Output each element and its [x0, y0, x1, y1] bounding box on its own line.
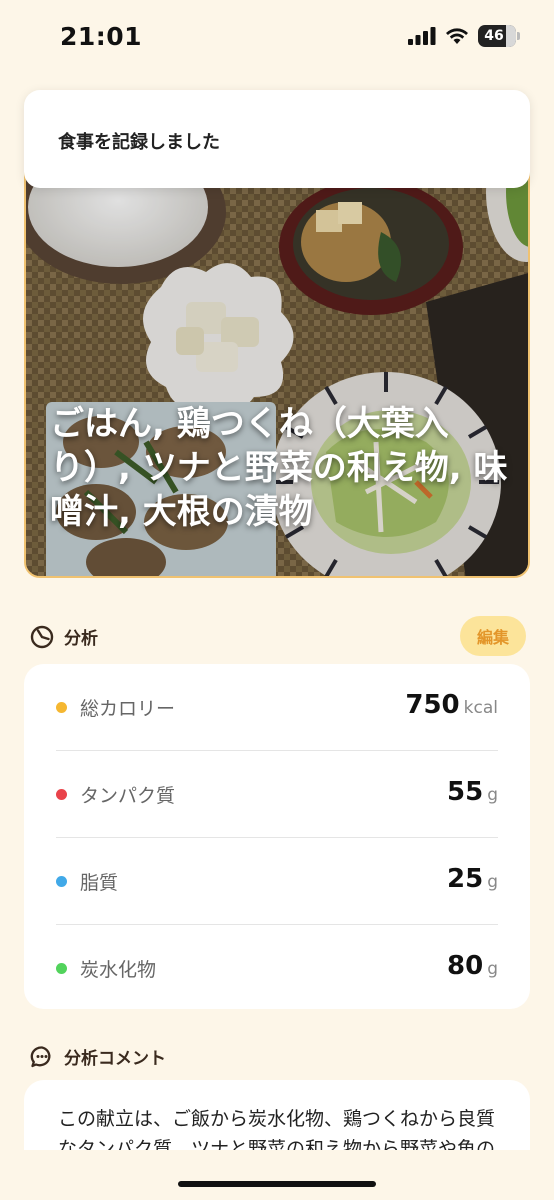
- nutrition-row-carbs: 炭水化物 80 g: [56, 925, 498, 1012]
- wifi-icon: [446, 28, 468, 44]
- status-bar: 21:01 46: [0, 0, 554, 70]
- meal-title: ごはん, 鶏つくね（大葉入り）, ツナと野菜の和え物, 味噌汁, 大根の漬物: [50, 404, 508, 532]
- comment-title: 分析コメント: [64, 1049, 166, 1069]
- nutrition-value: 750 kcal: [405, 690, 498, 720]
- home-indicator[interactable]: [178, 1181, 376, 1187]
- meal-photo-card[interactable]: ごはん, 鶏つくね（大葉入り）, ツナと野菜の和え物, 味噌汁, 大根の漬物: [24, 150, 530, 578]
- signal-icon: [408, 27, 436, 45]
- nutrition-value: 80 g: [447, 951, 498, 981]
- carb-dot-icon: [56, 963, 67, 974]
- battery-icon: 46: [478, 25, 520, 47]
- battery-level: 46: [484, 28, 504, 44]
- status-time: 21:01: [60, 22, 143, 51]
- nutrition-label: タンパク質: [80, 785, 176, 807]
- nutrition-label: 総カロリー: [80, 698, 176, 720]
- edit-button[interactable]: 編集: [460, 616, 526, 656]
- nutrition-label: 炭水化物: [80, 959, 157, 981]
- calorie-dot-icon: [56, 702, 67, 713]
- comment-icon: [30, 1045, 51, 1067]
- protein-dot-icon: [56, 789, 67, 800]
- fat-dot-icon: [56, 876, 67, 887]
- nutrition-row-protein: タンパク質 55 g: [56, 751, 498, 838]
- nutrition-row-calories: 総カロリー 750 kcal: [56, 664, 498, 751]
- toast-message: 食事を記録しました: [58, 132, 220, 153]
- status-icons: 46: [408, 25, 520, 47]
- bottom-bar: [0, 1150, 554, 1200]
- nutrition-value: 25 g: [447, 864, 498, 894]
- nutrition-value: 55 g: [447, 777, 498, 807]
- comment-header: 分析コメント: [30, 1044, 166, 1069]
- analysis-header: 分析: [30, 624, 98, 649]
- nutrition-card: 総カロリー 750 kcal タンパク質 55 g 脂質 25 g 炭水化物 80 g: [24, 664, 530, 1009]
- nutrition-row-fat: 脂質 25 g: [56, 838, 498, 925]
- nutrition-label: 脂質: [80, 872, 119, 894]
- toast-notification: 食事を記録しました: [24, 90, 530, 188]
- analysis-icon: [30, 625, 54, 648]
- analysis-title: 分析: [64, 629, 98, 649]
